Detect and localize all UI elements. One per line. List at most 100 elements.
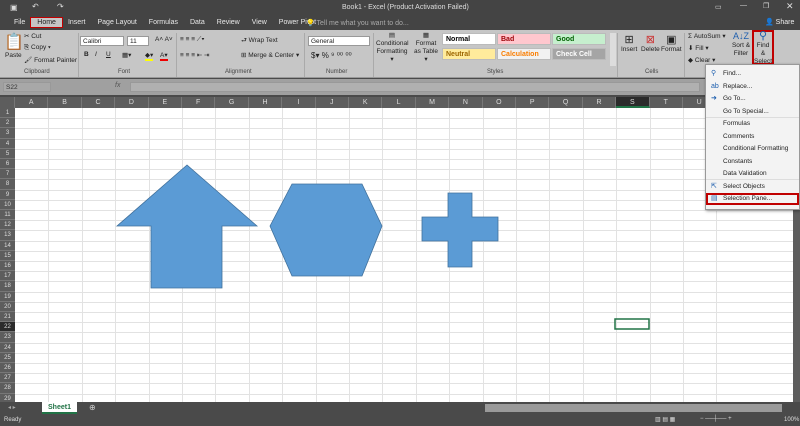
close-button[interactable]: ✕ [786, 1, 794, 12]
menu-item-select-objects[interactable]: ⇱ Select Objects [706, 181, 799, 193]
borders-button[interactable]: ▦▾ [122, 51, 131, 59]
format-cells-button[interactable]: ▣ Format [661, 33, 682, 53]
menu-item-label: Formulas [723, 120, 751, 127]
formula-input[interactable] [130, 82, 700, 92]
menu-item-go-to-special[interactable]: Go To Special... [706, 106, 799, 118]
status-text: Ready [4, 417, 22, 423]
menu-item-label: Select Objects [723, 182, 765, 190]
menu-item-formulas[interactable]: Formulas [706, 118, 799, 130]
sort-filter-button[interactable]: A↓Z Sort & Filter [731, 32, 751, 58]
menu-item-constants[interactable]: Constants [706, 156, 799, 168]
search-icon: ⚲ [711, 70, 717, 77]
sheet-tab-sheet1[interactable]: Sheet1 [42, 402, 77, 414]
redo-icon[interactable]: ↷ [57, 2, 64, 11]
menu-item-find[interactable]: ⚲ Find... [706, 68, 799, 80]
menu-item-label: Comments [723, 132, 755, 140]
autosum-button[interactable]: Σ AutoSum ▾ [688, 32, 726, 40]
bold-button[interactable]: B [84, 51, 89, 58]
font-name-select[interactable]: Calibri [80, 36, 124, 46]
restore-button[interactable]: ❐ [763, 2, 769, 10]
sheet-nav-arrows[interactable]: ◂ ▸ [8, 404, 16, 411]
underline-button[interactable]: U [106, 51, 111, 58]
minimize-button[interactable]: — [740, 2, 747, 9]
grow-font-button[interactable]: A˄ A˅ [155, 36, 173, 43]
worksheet-grid[interactable]: A B C D E F G H I J K L M N O P Q R S T U 1 2 3 4 5 6 7 8 9 10 11 12 13 14… [0, 97, 793, 402]
tab-view[interactable]: View [246, 18, 273, 27]
styles-scroll[interactable] [610, 33, 616, 66]
selected-cell-s22[interactable] [614, 318, 650, 330]
arrow-right-icon: ➜ [711, 95, 717, 102]
italic-button[interactable]: I [95, 51, 97, 58]
cell-style-good[interactable]: Good [552, 33, 606, 45]
insert-function-icon[interactable]: fx [115, 82, 120, 89]
tell-me-box[interactable]: 💡 Tell me what you want to do... [306, 19, 409, 27]
fill-color-button[interactable]: ◆▾ [145, 51, 154, 61]
cell-style-check-cell[interactable]: Check Cell [552, 48, 606, 60]
up-arrow-shape[interactable] [115, 164, 259, 289]
number-format-select[interactable]: General [308, 36, 370, 46]
tab-file[interactable]: File [8, 18, 31, 27]
menu-item-label: Go To Special... [723, 107, 769, 115]
menu-item-go-to[interactable]: ➜ Go To... [706, 93, 799, 105]
zoom-slider[interactable]: − ──┼── + [700, 416, 732, 422]
horizontal-scrollbar[interactable] [485, 404, 782, 412]
menu-item-selection-pane[interactable]: ▤ Selection Pane... [706, 193, 799, 205]
fill-button[interactable]: ⬇ Fill ▾ [688, 44, 709, 52]
clear-button[interactable]: ◆ Clear ▾ [688, 56, 715, 64]
cell-style-calculation[interactable]: Calculation [497, 48, 551, 60]
plus-shape[interactable] [421, 192, 499, 268]
name-box[interactable]: S22 [3, 82, 51, 92]
replace-icon: ab [711, 82, 719, 90]
tab-review[interactable]: Review [211, 18, 246, 27]
align-buttons[interactable]: ≡ ≡ ≡ ⇤ ⇥ [180, 51, 210, 59]
tab-data[interactable]: Data [184, 18, 211, 27]
alignment-group-label: Alignment [225, 69, 252, 75]
find-select-button[interactable]: ⚲ Find & Select [752, 30, 774, 65]
tab-insert[interactable]: Insert [62, 18, 92, 27]
format-as-table-button[interactable]: ▦ Format as Table ▾ [412, 32, 440, 64]
tab-page-layout[interactable]: Page Layout [91, 18, 142, 27]
delete-cells-button[interactable]: ⊠ Delete [641, 33, 660, 53]
menu-item-replace[interactable]: ab Replace... [706, 81, 799, 93]
format-painter-button[interactable]: 🖌 Format Painter [24, 56, 77, 64]
menu-item-conditional-formatting[interactable]: Conditional Formatting [706, 143, 799, 155]
view-buttons[interactable]: ▥ ▤ ▦ [655, 416, 675, 423]
tab-formulas[interactable]: Formulas [143, 18, 184, 27]
share-button[interactable]: 👤 Share [765, 18, 794, 26]
copy-button[interactable]: ⎘ Copy ▾ [24, 44, 51, 52]
menu-item-label: Data Validation [723, 170, 767, 177]
save-icon[interactable]: ▣ [10, 3, 18, 12]
paste-icon[interactable]: 📋 [4, 32, 24, 52]
paste-button[interactable]: Paste [5, 52, 22, 59]
conditional-formatting-button[interactable]: ▤ Conditional Formatting ▾ [376, 32, 409, 64]
font-group-label: Font [118, 69, 131, 75]
menu-item-label: Selection Pane... [723, 195, 773, 202]
cell-style-neutral[interactable]: Neutral [442, 48, 496, 60]
ribbon-options-icon[interactable]: ▭ [715, 3, 722, 11]
shapes-layer [115, 164, 650, 330]
title-bar: ▣ ↶ ↷ Book1 - Excel (Product Activation … [0, 0, 800, 15]
wrap-text-button[interactable]: ⮐ Wrap Text [241, 36, 278, 47]
undo-icon[interactable]: ↶ [32, 2, 39, 11]
ribbon: 📋 Paste ✂ Cut ⎘ Copy ▾ 🖌 Format Painter … [0, 30, 800, 78]
number-format-buttons[interactable]: $▾ % ⁹ ⁰⁰ ⁰⁰ [311, 51, 352, 60]
menu-item-label: Replace... [723, 82, 753, 90]
clipboard-group-label: Clipboard [24, 69, 50, 75]
menu-item-label: Conditional Formatting [723, 145, 789, 152]
font-color-button[interactable]: A▾ [160, 51, 168, 61]
menu-item-comments[interactable]: Comments [706, 131, 799, 143]
menu-item-data-validation[interactable]: Data Validation [706, 168, 799, 180]
zoom-level[interactable]: 100% [784, 417, 799, 423]
add-sheet-icon[interactable]: ⊕ [89, 403, 96, 412]
tab-home[interactable]: Home [30, 17, 63, 28]
search-icon: ⚲ [758, 30, 768, 42]
align-top-buttons[interactable]: ≡ ≡ ≡ ⟋▾ [180, 36, 205, 44]
cell-style-bad[interactable]: Bad [497, 33, 551, 45]
hexagon-shape[interactable] [269, 183, 383, 277]
insert-cells-button[interactable]: ⊞ Insert [621, 33, 637, 53]
merge-center-button[interactable]: ⊞ Merge & Center ▾ [241, 51, 299, 59]
font-size-select[interactable]: 11 [127, 36, 149, 46]
cut-button[interactable]: ✂ Cut [24, 32, 41, 40]
cell-style-normal[interactable]: Normal [442, 33, 496, 45]
menu-item-label: Go To... [723, 95, 746, 102]
